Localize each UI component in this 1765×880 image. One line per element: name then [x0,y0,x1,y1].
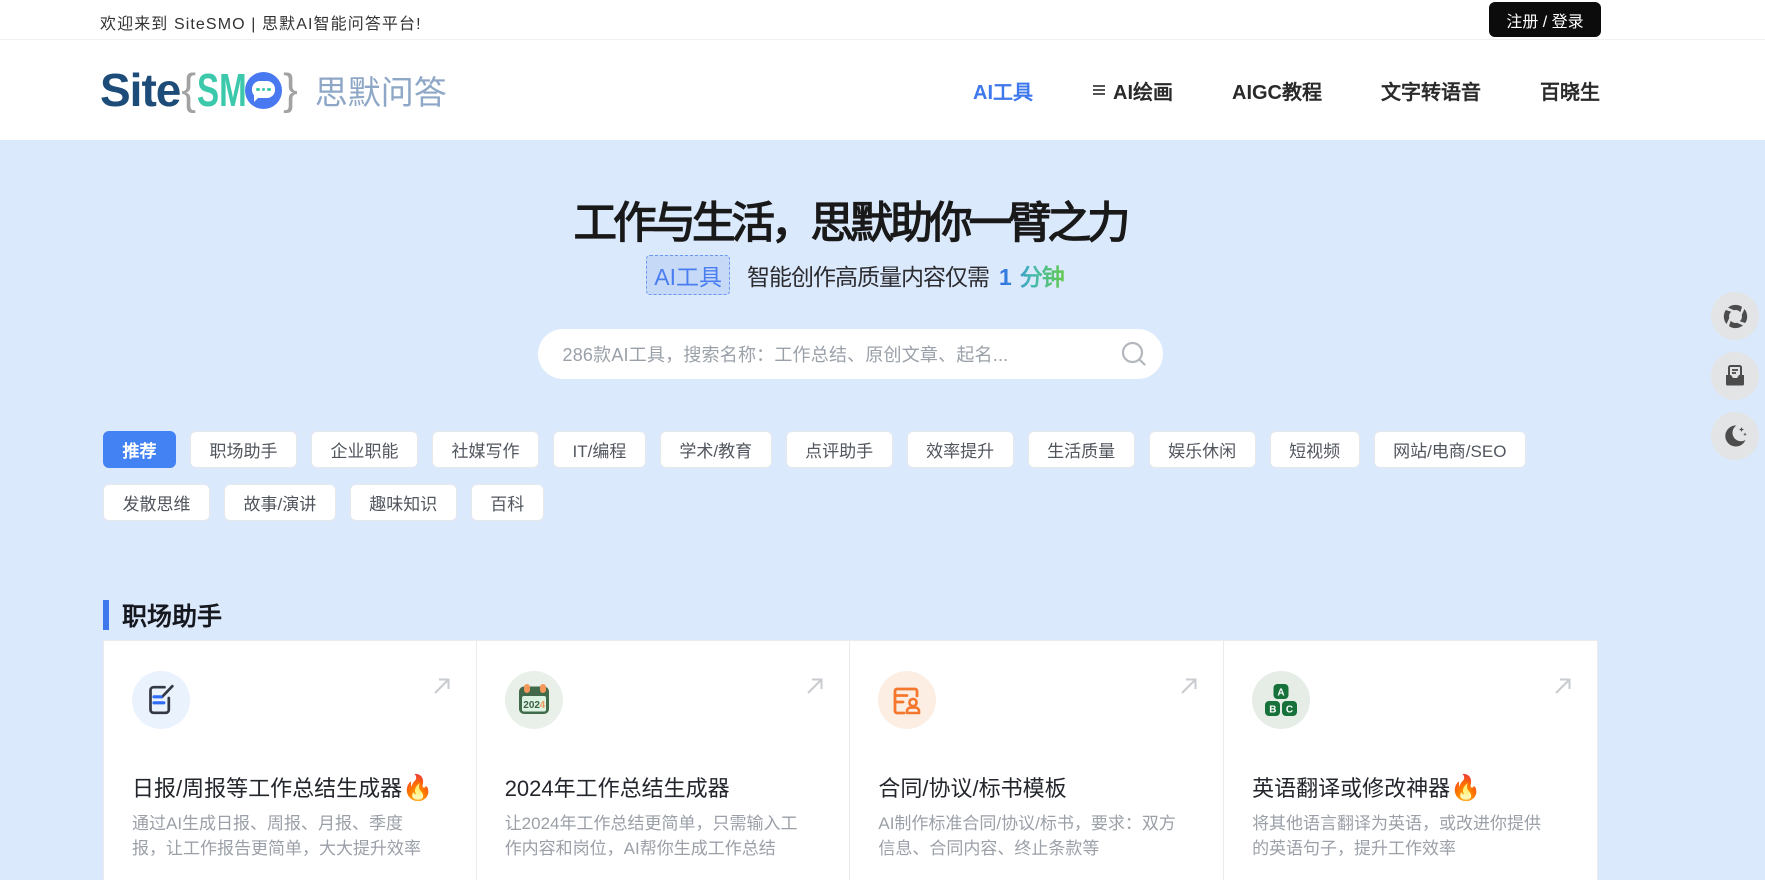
svg-text:A: A [1277,687,1284,698]
svg-text:B: B [1269,704,1276,715]
svg-text:C: C [1286,704,1293,715]
svg-text:4: 4 [539,700,545,711]
svg-text:202: 202 [523,700,540,711]
